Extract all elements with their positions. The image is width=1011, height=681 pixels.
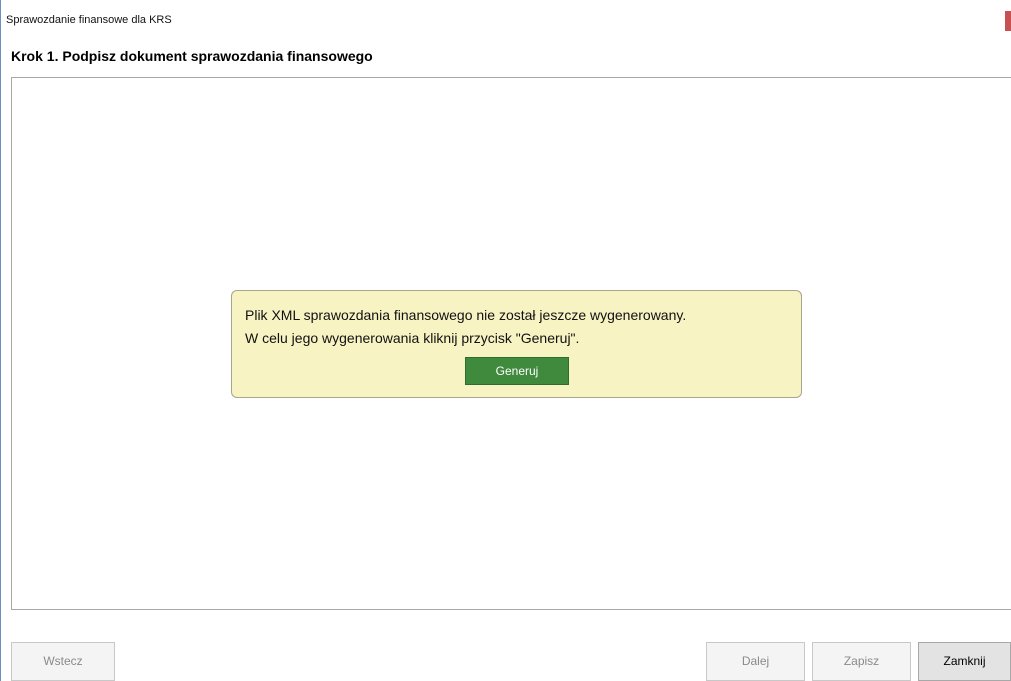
- step-title: Krok 1. Podpisz dokument sprawozdania fi…: [11, 48, 373, 64]
- notice-box: Plik XML sprawozdania finansowego nie zo…: [231, 290, 802, 398]
- close-icon[interactable]: [1005, 11, 1011, 31]
- next-button[interactable]: Dalej: [706, 642, 805, 681]
- back-button[interactable]: Wstecz: [11, 642, 115, 681]
- notice-message-line-1: Plik XML sprawozdania finansowego nie zo…: [245, 307, 687, 323]
- window-title: Sprawozdanie finansowe dla KRS: [6, 14, 172, 26]
- save-button[interactable]: Zapisz: [812, 642, 911, 681]
- notice-message-line-2: W celu jego wygenerowania kliknij przyci…: [245, 330, 580, 346]
- generate-button[interactable]: Generuj: [465, 357, 569, 385]
- close-button[interactable]: Zamknij: [918, 642, 1011, 681]
